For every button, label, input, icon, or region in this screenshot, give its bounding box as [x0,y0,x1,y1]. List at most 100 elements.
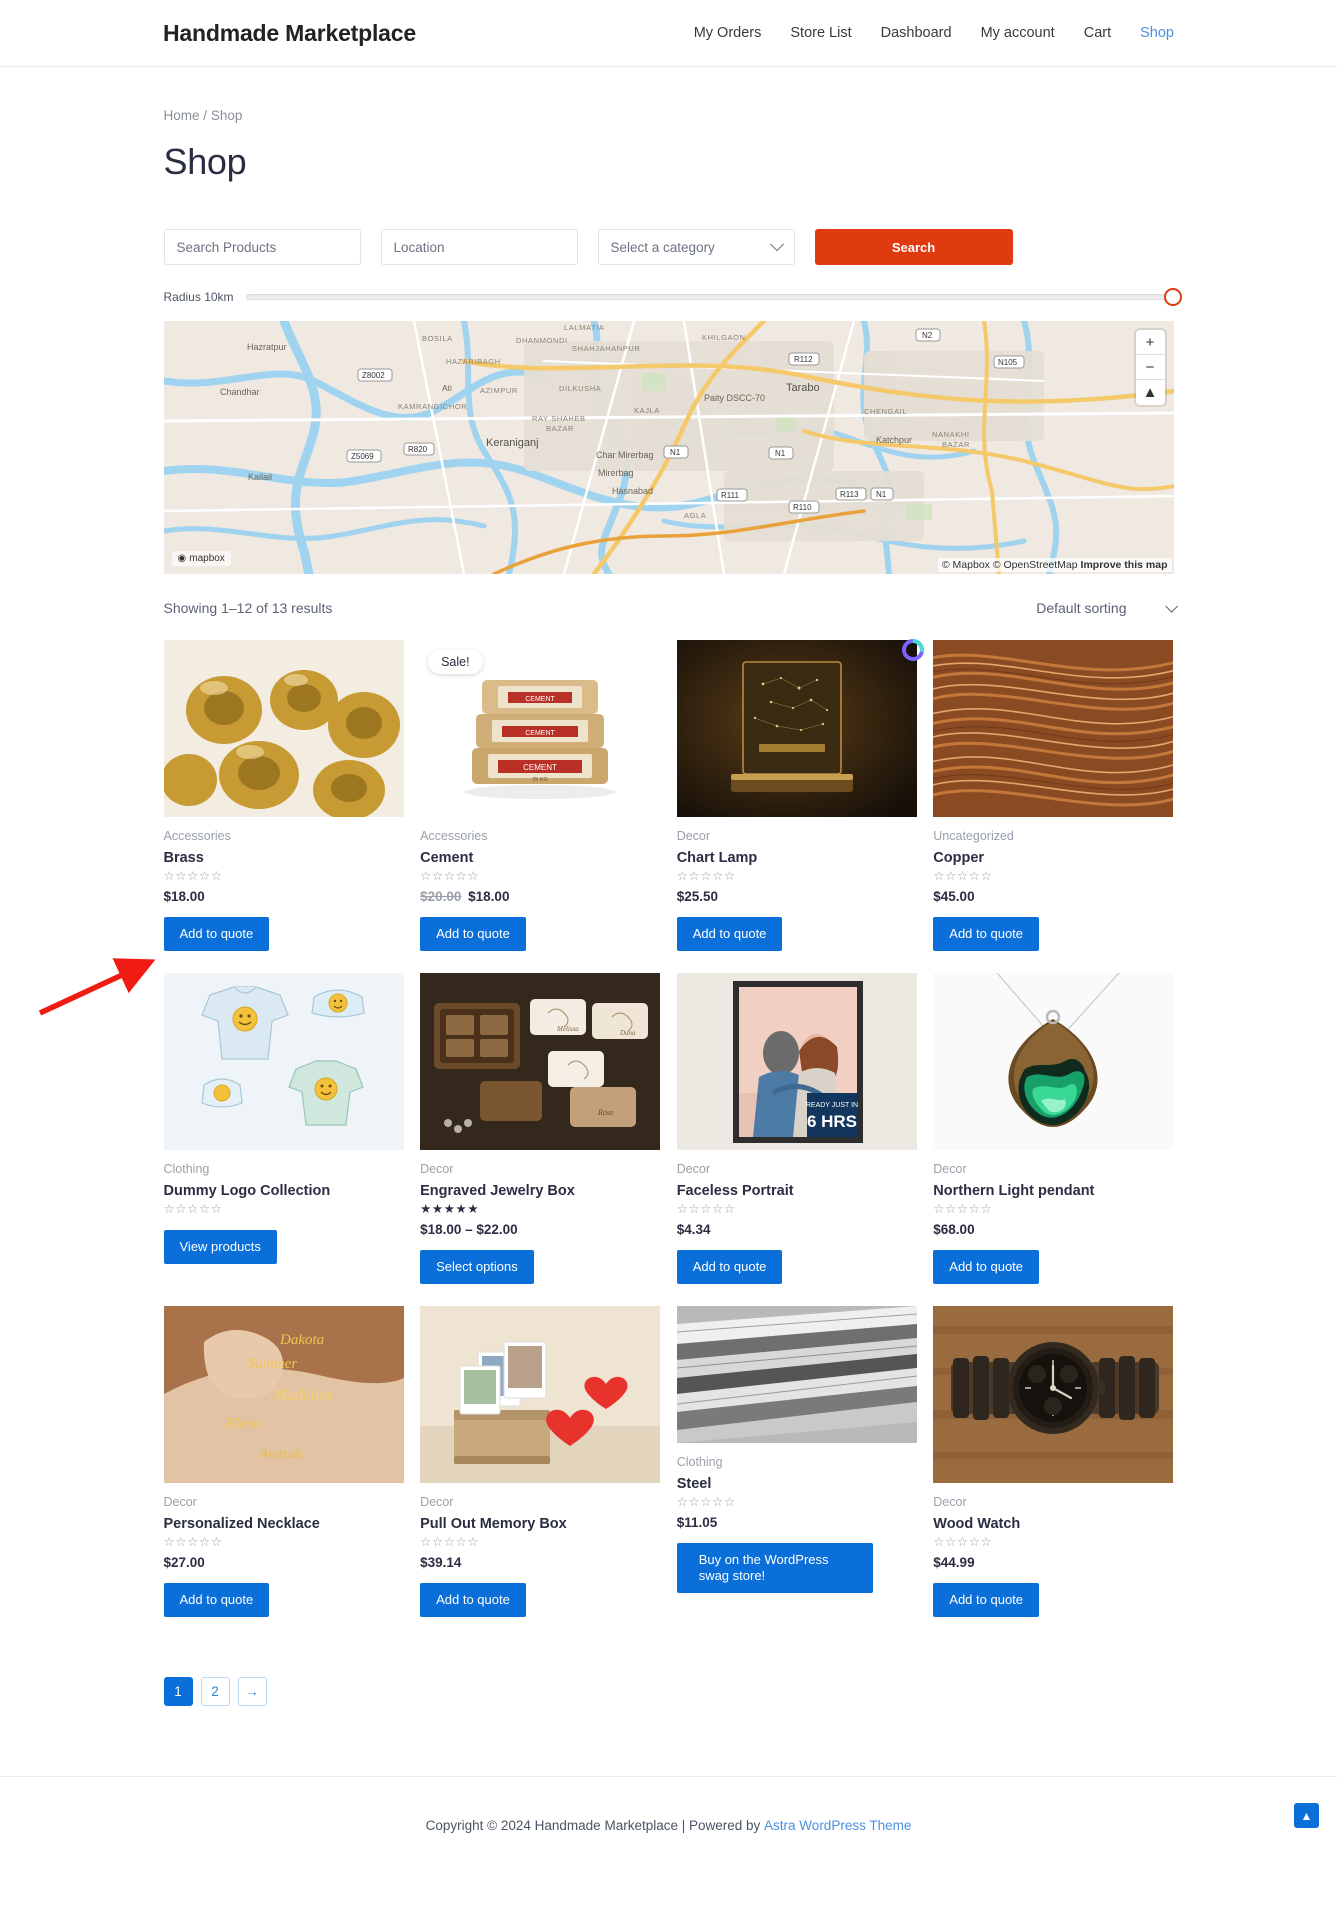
product-title[interactable]: Dummy Logo Collection [164,1183,404,1199]
product-title[interactable]: Wood Watch [933,1516,1173,1532]
product-title[interactable]: Cement [420,850,660,866]
product-image-resin-pendant[interactable] [933,973,1174,1150]
chevron-down-icon [769,237,784,252]
add-to-quote-button[interactable]: Add to quote [676,1249,783,1284]
svg-text:Dana: Dana [619,1029,636,1037]
product-image-chart-lamp[interactable] [676,640,917,817]
product-title[interactable]: Personalized Necklace [164,1516,404,1532]
map-zoom-in-button[interactable]: + [1135,330,1165,355]
svg-text:Z8002: Z8002 [362,371,385,380]
map-compass-button[interactable]: ▲ [1136,380,1165,405]
breadcrumb-home[interactable]: Home [164,108,200,123]
add-to-quote-button[interactable]: Add to quote [163,1582,270,1617]
nav-item-dashboard[interactable]: Dashboard [881,25,952,41]
add-to-quote-button[interactable]: Add to quote [933,1582,1040,1617]
footer-theme-link[interactable]: Astra WordPress Theme [764,1818,911,1833]
product-rating-stars: ☆☆☆☆☆ [163,869,223,883]
product-category[interactable]: Decor [933,1162,1173,1176]
nav-item-my-orders[interactable]: My Orders [694,25,762,41]
product-rating-stars: ☆☆☆☆☆ [676,1202,736,1216]
map-improve-link[interactable]: Improve this map [1081,559,1168,571]
sorting-select[interactable]: Default sorting [1036,599,1178,616]
product-image-memory-box[interactable] [420,1306,661,1483]
product-price: $4.34 [677,1222,917,1237]
add-to-quote-button[interactable]: Add to quote [163,916,270,951]
product-title[interactable]: Pull Out Memory Box [420,1516,660,1532]
search-button[interactable]: Search [814,229,1013,265]
svg-text:R110: R110 [793,503,812,512]
product-category[interactable]: Clothing [677,1455,917,1469]
product-category[interactable]: Uncategorized [933,829,1173,843]
product-rating-stars: ☆☆☆☆☆ [420,1535,480,1549]
nav-item-store-list[interactable]: Store List [790,25,851,41]
add-to-quote-button[interactable]: Add to quote [420,916,526,951]
product-image-jewelry-boxes[interactable]: Melissa Dana Rose [420,973,661,1150]
pagination-page-1[interactable]: 1 [163,1677,193,1706]
radius-slider[interactable] [245,288,1182,306]
nav-item-my-account[interactable]: My account [981,25,1055,41]
map-zoom-controls[interactable]: + − ▲ [1135,330,1165,405]
nav-item-cart[interactable]: Cart [1084,25,1111,41]
product-price-value: $45.00 [933,888,975,904]
product-category[interactable]: Accessories [164,829,404,843]
sorting-select-value: Default sorting [1036,600,1127,616]
product-card: READY JUST IN 6 HRS Decor Faceless Portr… [676,973,917,1306]
svg-text:NANAKHI: NANAKHI [932,430,970,439]
view-products-button[interactable]: View products [163,1229,277,1264]
product-category[interactable]: Decor [420,1495,660,1509]
product-price: $11.05 [677,1515,917,1530]
site-footer: Copyright © 2024 Handmade Marketplace | … [0,1776,1337,1874]
product-title[interactable]: Steel [677,1476,917,1492]
svg-text:N1: N1 [775,449,786,458]
svg-text:SHAHJAHANPUR: SHAHJAHANPUR [572,344,640,353]
category-select[interactable]: Select a category [597,229,795,265]
product-category[interactable]: Decor [164,1495,404,1509]
select-options-button[interactable]: Select options [420,1249,534,1284]
product-category[interactable]: Clothing [164,1162,404,1176]
product-price-value: $18.00 – $22.00 [420,1221,518,1237]
map-zoom-out-button[interactable]: − [1135,355,1165,380]
main-content: Home / Shop Shop Search Products Locatio… [163,108,1182,1706]
product-title[interactable]: Faceless Portrait [677,1183,917,1199]
svg-text:N1: N1 [670,448,681,457]
add-to-quote-button[interactable]: Add to quote [420,1582,526,1617]
svg-text:AZIMPUR: AZIMPUR [480,386,518,395]
search-products-input[interactable]: Search Products [163,229,361,265]
product-image-wood-watch[interactable] [933,1306,1174,1483]
product-image-steel-sheets[interactable] [676,1306,917,1443]
product-rating-stars: ☆☆☆☆☆ [420,869,480,883]
product-title[interactable]: Brass [164,850,404,866]
product-category[interactable]: Accessories [420,829,660,843]
buy-on-wordpress-swag-store-button[interactable]: Buy on the WordPress swag store! [676,1542,873,1594]
product-category[interactable]: Decor [933,1495,1173,1509]
scroll-to-top-button[interactable]: ▲ [1294,1803,1319,1828]
product-category[interactable]: Decor [677,1162,917,1176]
product-category[interactable]: Decor [677,829,917,843]
radius-label: Radius 10km [163,290,234,304]
location-input[interactable]: Location [380,229,578,265]
map-widget[interactable]: Hazratpur Chandhar Kailail Ati Keranigan… [163,321,1174,574]
product-rating-stars: ☆☆☆☆☆ [676,869,736,883]
product-image-copper-wire[interactable] [933,640,1174,817]
product-rating-stars: ☆☆☆☆☆ [933,1535,993,1549]
product-title[interactable]: Northern Light pendant [933,1183,1173,1199]
add-to-quote-button[interactable]: Add to quote [933,916,1040,951]
add-to-quote-button[interactable]: Add to quote [676,916,783,951]
product-image-faceless-portrait[interactable]: READY JUST IN 6 HRS [676,973,917,1150]
product-price: $27.00 [164,1555,404,1570]
product-image-brass-fittings[interactable] [163,640,404,817]
radius-slider-handle[interactable] [1163,288,1182,306]
breadcrumb-current: Shop [210,108,243,123]
product-category[interactable]: Decor [420,1162,660,1176]
product-price-value: $25.50 [676,888,718,904]
add-to-quote-button[interactable]: Add to quote [933,1249,1040,1284]
pagination-page-2[interactable]: 2 [200,1677,230,1706]
product-price-value: $27.00 [163,1554,205,1570]
product-title[interactable]: Chart Lamp [677,850,917,866]
product-image-logo-apparel[interactable] [163,973,404,1150]
pagination-next-button[interactable]: → [237,1677,267,1706]
product-image-name-necklace[interactable]: Dakota Summer Madeline Elena Amirah [163,1306,404,1483]
product-title[interactable]: Engraved Jewelry Box [420,1183,660,1199]
product-title[interactable]: Copper [933,850,1173,866]
nav-item-shop[interactable]: Shop [1140,25,1174,41]
